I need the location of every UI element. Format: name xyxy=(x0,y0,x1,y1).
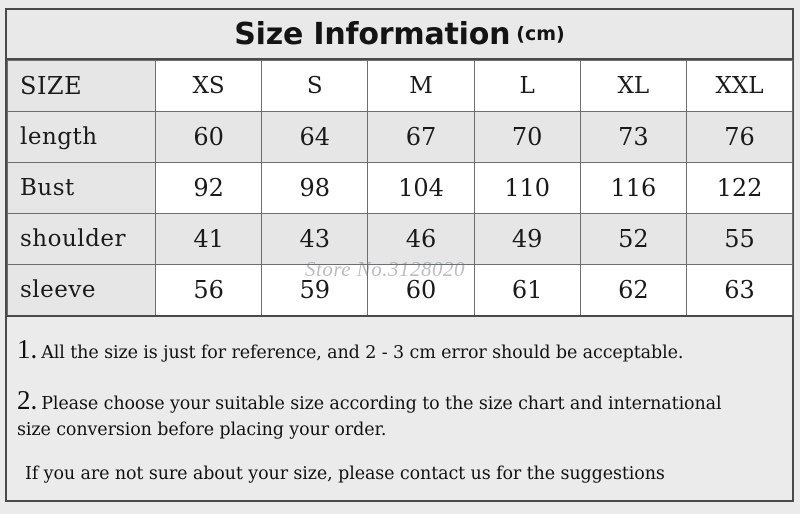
closing-note-text: If you are not sure about your size, ple… xyxy=(25,464,665,484)
size-table: SIZE XS S M L XL XXL length 60 64 67 70 … xyxy=(7,60,794,317)
size-chart-page: Size Information (cm) SIZE XS S M L XL X… xyxy=(0,0,800,514)
chart-frame: Size Information (cm) SIZE XS S M L XL X… xyxy=(5,8,794,502)
cell-bust-m: 104 xyxy=(367,162,475,214)
cell-shoulder-xs: 41 xyxy=(154,213,263,265)
cell-bust-l: 110 xyxy=(473,162,581,214)
cell-length-l: 70 xyxy=(473,111,581,163)
column-header-size: SIZE xyxy=(7,60,156,112)
note-item-2-continuation: size conversion before placing your orde… xyxy=(17,420,782,440)
cell-bust-xl: 116 xyxy=(579,162,687,214)
cell-shoulder-l: 49 xyxy=(473,213,581,265)
column-header-xs: XS xyxy=(154,60,263,112)
note-number-2: 2. xyxy=(17,385,38,415)
cell-bust-xs: 92 xyxy=(154,162,263,214)
cell-shoulder-xl: 52 xyxy=(579,213,687,265)
table-row: shoulder 41 43 46 49 52 55 xyxy=(7,213,794,265)
cell-length-xl: 73 xyxy=(579,111,687,163)
note-text-2: Please choose your suitable size accordi… xyxy=(41,394,722,414)
note-text-1: All the size is just for reference, and … xyxy=(41,343,684,363)
cell-length-xxl: 76 xyxy=(685,111,794,163)
column-header-s: S xyxy=(261,60,369,112)
cell-sleeve-xxl: 63 xyxy=(685,264,794,317)
table-row: length 60 64 67 70 73 76 xyxy=(7,111,794,163)
row-label-sleeve: sleeve xyxy=(7,264,156,317)
title-unit-label: (cm) xyxy=(516,23,565,45)
note-text-2-continuation: size conversion before placing your orde… xyxy=(17,420,387,440)
cell-bust-s: 98 xyxy=(261,162,369,214)
cell-sleeve-m: 60 xyxy=(367,264,475,317)
note-item-2: 2. Please choose your suitable size acco… xyxy=(17,385,782,416)
column-header-xl: XL xyxy=(579,60,687,112)
table-row: Bust 92 98 104 110 116 122 xyxy=(7,162,794,214)
notes-section: 1. All the size is just for reference, a… xyxy=(7,316,792,484)
cell-shoulder-xxl: 55 xyxy=(685,213,794,265)
cell-sleeve-s: 59 xyxy=(261,264,369,317)
cell-length-xs: 60 xyxy=(154,111,263,163)
cell-shoulder-m: 46 xyxy=(367,213,475,265)
cell-shoulder-s: 43 xyxy=(261,213,369,265)
table-header-row: SIZE XS S M L XL XXL xyxy=(7,60,794,112)
cell-length-m: 67 xyxy=(367,111,475,163)
row-label-shoulder: shoulder xyxy=(7,213,156,265)
cell-sleeve-xl: 62 xyxy=(579,264,687,317)
column-header-xxl: XXL xyxy=(685,60,794,112)
cell-sleeve-l: 61 xyxy=(473,264,581,317)
column-header-m: M xyxy=(367,60,475,112)
row-label-length: length xyxy=(7,111,156,163)
cell-bust-xxl: 122 xyxy=(685,162,794,214)
table-row: sleeve 56 59 60 61 62 63 xyxy=(7,264,794,317)
title-band: Size Information (cm) xyxy=(7,10,792,60)
cell-length-s: 64 xyxy=(261,111,369,163)
page-title: Size Information xyxy=(234,16,511,52)
column-header-l: L xyxy=(473,60,581,112)
closing-note: If you are not sure about your size, ple… xyxy=(17,464,782,484)
note-number-1: 1. xyxy=(17,334,38,364)
cell-sleeve-xs: 56 xyxy=(154,264,263,317)
note-item-1: 1. All the size is just for reference, a… xyxy=(17,334,782,365)
row-label-bust: Bust xyxy=(7,162,156,214)
